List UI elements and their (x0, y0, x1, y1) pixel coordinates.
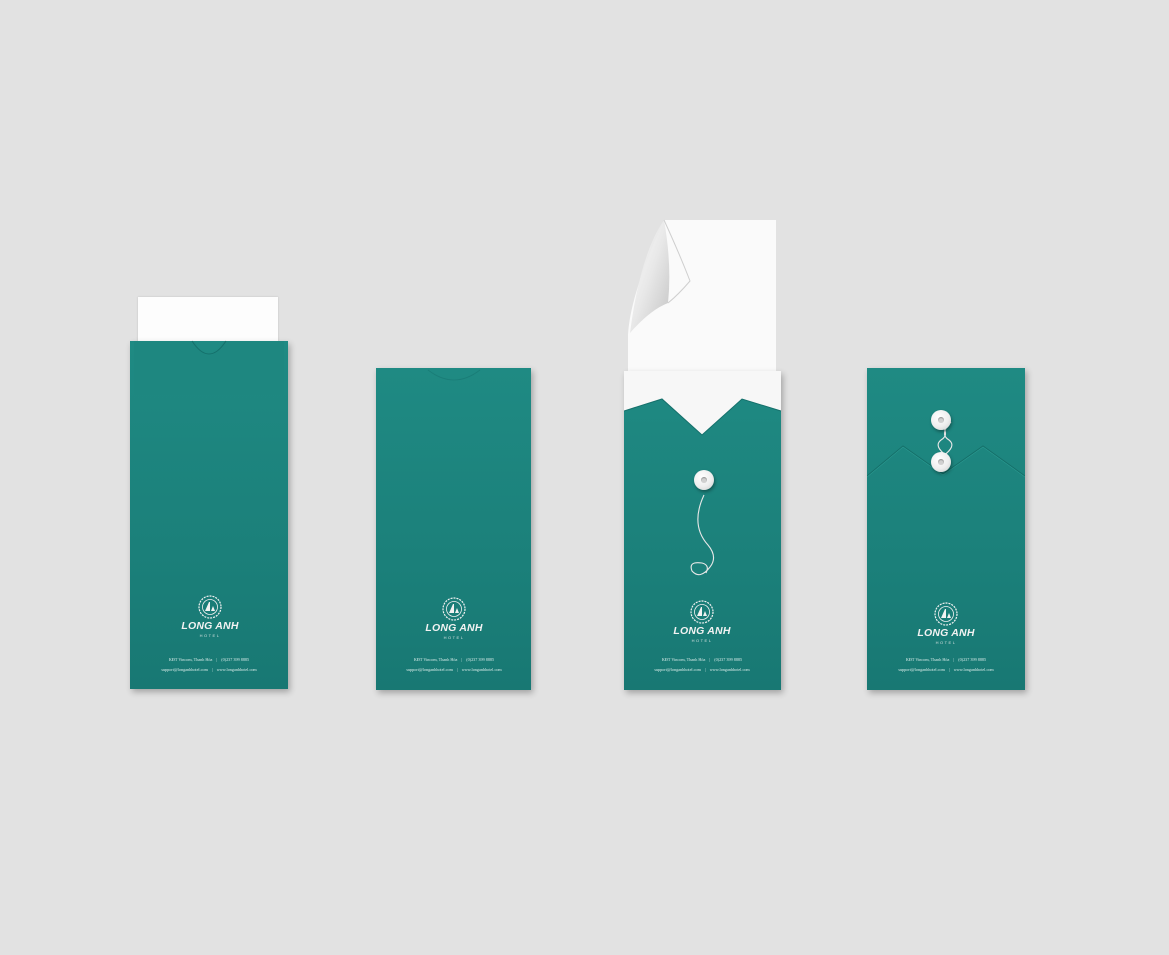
brand-name: LONG ANH (181, 620, 239, 632)
phone-text: (0)237 399 8885 (466, 657, 495, 662)
brand-subtitle: HOTEL (935, 640, 957, 645)
email-text: support@longanhhotel.com (898, 667, 945, 672)
brand-name: LONG ANH (425, 622, 483, 634)
envelope-body (376, 368, 531, 690)
logo-emblem-icon (442, 597, 466, 621)
website-text: www.longanhhotel.com (709, 667, 750, 672)
address-text: KĐT Vincom, Thanh Hóa (661, 657, 706, 662)
brand-subtitle: HOTEL (199, 633, 221, 638)
envelope-open-string-tie: LONG ANH HOTEL KĐT Vincom, Thanh Hóa | (0)… (620, 215, 784, 692)
hotel-logo: LONG ANH HOTEL (657, 600, 747, 643)
envelope-open-with-card: LONG ANH HOTEL KĐT Vincom, Thanh Hóa | (0)… (130, 295, 290, 691)
address-text: KĐT Vincom, Thanh Hóa (168, 657, 213, 662)
website-text: www.longanhhotel.com (461, 667, 502, 672)
separator: | (704, 667, 706, 672)
address-text: KĐT Vincom, Thanh Hóa (413, 657, 458, 662)
email-text: support@longanhhotel.com (161, 667, 208, 672)
string-cord (690, 494, 715, 576)
contact-info: KĐT Vincom, Thanh Hóa | (0)237 399 8885 su… (627, 655, 777, 675)
hotel-logo: LONG ANH HOTEL (409, 597, 499, 640)
lower-string-button (931, 452, 951, 472)
hotel-logo: LONG ANH HOTEL (165, 595, 255, 638)
envelope-closed-plain: LONG ANH HOTEL KĐT Vincom, Thanh Hóa | (0)… (376, 368, 534, 692)
phone-text: (0)237 399 8885 (714, 657, 743, 662)
contact-info: KĐT Vincom, Thanh Hóa | (0)237 399 8885 su… (379, 655, 529, 675)
notch-cut (134, 340, 284, 395)
brand-subtitle: HOTEL (443, 635, 465, 640)
website-text: www.longanhhotel.com (216, 667, 257, 672)
separator: | (216, 657, 218, 662)
email-text: support@longanhhotel.com (654, 667, 701, 672)
logo-emblem-icon (690, 600, 714, 624)
separator: | (211, 667, 213, 672)
separator: | (948, 667, 950, 672)
brand-name: LONG ANH (673, 625, 731, 637)
contact-info: KĐT Vincom, Thanh Hóa | (0)237 399 8885 su… (134, 655, 284, 675)
flap-edge (427, 369, 481, 381)
logo-emblem-icon (934, 602, 958, 626)
separator: | (456, 667, 458, 672)
upper-string-button (931, 410, 951, 430)
separator: | (953, 657, 955, 662)
separator: | (461, 657, 463, 662)
hotel-logo: LONG ANH HOTEL (901, 602, 991, 645)
curled-paper (628, 219, 776, 385)
v-notch-flap (624, 371, 782, 436)
address-text: KĐT Vincom, Thanh Hóa (905, 657, 950, 662)
envelope-closed-string-tie: LONG ANH HOTEL KĐT Vincom, Thanh Hóa | (0)… (867, 368, 1029, 692)
brand-name: LONG ANH (917, 627, 975, 639)
separator: | (709, 657, 711, 662)
brand-subtitle: HOTEL (691, 638, 713, 643)
phone-text: (0)237 399 8885 (958, 657, 987, 662)
website-text: www.longanhhotel.com (953, 667, 994, 672)
logo-emblem-icon (198, 595, 222, 619)
contact-info: KĐT Vincom, Thanh Hóa | (0)237 399 8885 su… (871, 655, 1021, 675)
email-text: support@longanhhotel.com (406, 667, 453, 672)
phone-text: (0)237 399 8885 (221, 657, 250, 662)
stationery-mockup-scene: LONG ANH HOTEL KĐT Vincom, Thanh Hóa | (0)… (0, 0, 1169, 955)
